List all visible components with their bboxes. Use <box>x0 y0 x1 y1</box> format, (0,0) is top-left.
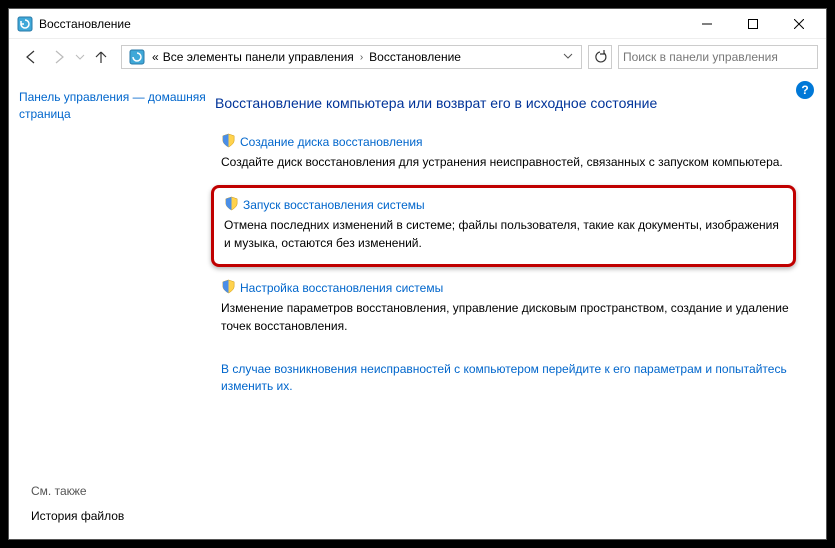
close-button[interactable] <box>776 9 822 39</box>
address-bar[interactable]: « Все элементы панели управления › Восст… <box>121 45 582 69</box>
body: ? Панель управления — домашняя страница … <box>9 75 826 539</box>
titlebar: Восстановление <box>9 9 826 39</box>
window: Восстановление <box>8 8 827 540</box>
recovery-icon <box>17 16 33 32</box>
shield-icon <box>224 196 239 214</box>
sidebar: Панель управления — домашняя страница См… <box>19 81 209 533</box>
breadcrumb-overflow[interactable]: « <box>150 50 161 64</box>
create-recovery-drive-link[interactable]: Создание диска восстановления <box>240 135 423 149</box>
main-content: Восстановление компьютера или возврат ег… <box>209 81 816 533</box>
minimize-button[interactable] <box>684 9 730 39</box>
chevron-right-icon[interactable]: › <box>356 52 367 63</box>
configure-restore-link[interactable]: Настройка восстановления системы <box>240 281 443 295</box>
navbar: « Все элементы панели управления › Восст… <box>9 39 826 75</box>
sidebar-bottom: См. также История файлов <box>31 484 124 525</box>
see-also-label: См. также <box>31 484 124 498</box>
address-dropdown[interactable] <box>559 51 577 64</box>
system-restore-link[interactable]: Запуск восстановления системы <box>243 198 425 212</box>
page-title: Восстановление компьютера или возврат ег… <box>215 95 796 111</box>
shield-icon <box>221 133 236 151</box>
control-panel-home-link[interactable]: Панель управления — домашняя страница <box>19 89 209 123</box>
back-button[interactable] <box>17 43 45 71</box>
maximize-button[interactable] <box>730 9 776 39</box>
configure-restore-desc: Изменение параметров восстановления, упр… <box>221 300 790 335</box>
shield-icon <box>221 279 236 297</box>
window-controls <box>684 9 822 39</box>
window-title: Восстановление <box>39 17 131 31</box>
search-input[interactable]: Поиск в панели управления <box>618 45 818 69</box>
system-restore-item: Запуск восстановления системы Отмена пос… <box>211 185 796 267</box>
help-icon[interactable]: ? <box>796 81 814 99</box>
configure-restore-item: Настройка восстановления системы Изменен… <box>215 275 796 345</box>
recent-dropdown[interactable] <box>73 43 87 71</box>
breadcrumb-current[interactable]: Восстановление <box>367 50 463 64</box>
file-history-link[interactable]: История файлов <box>31 508 124 525</box>
troubleshoot-item: В случае возникновения неисправностей с … <box>215 361 796 396</box>
up-button[interactable] <box>87 43 115 71</box>
create-recovery-drive-item: Создание диска восстановления Создайте д… <box>215 129 796 181</box>
create-recovery-drive-desc: Создайте диск восстановления для устране… <box>221 154 790 171</box>
forward-button[interactable] <box>45 43 73 71</box>
system-restore-desc: Отмена последних изменений в системе; фа… <box>224 217 783 252</box>
refresh-button[interactable] <box>588 45 612 69</box>
breadcrumb-parent[interactable]: Все элементы панели управления <box>161 50 356 64</box>
search-placeholder: Поиск в панели управления <box>623 50 778 64</box>
address-icon <box>126 46 148 68</box>
troubleshoot-link[interactable]: В случае возникновения неисправностей с … <box>221 362 787 393</box>
